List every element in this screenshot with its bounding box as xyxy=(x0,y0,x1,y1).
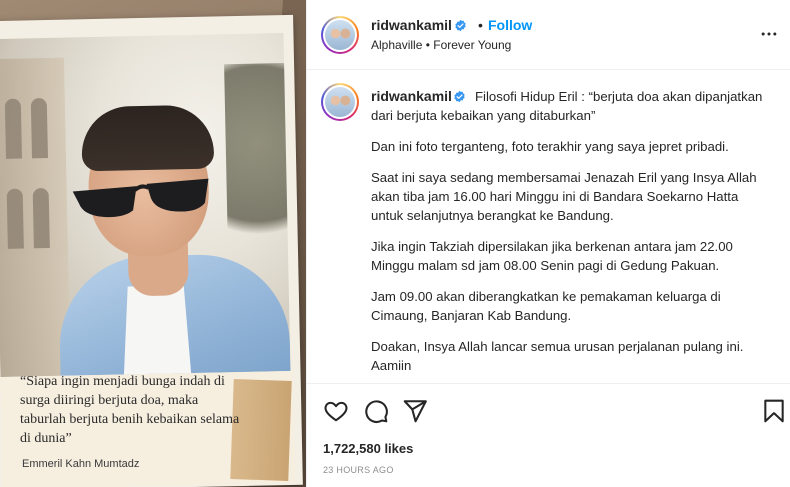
caption-paragraph: Jika ingin Takziah dipersilakan jika ber… xyxy=(371,239,733,273)
avatar[interactable] xyxy=(321,16,359,54)
heart-icon[interactable] xyxy=(323,398,349,424)
person-hair xyxy=(80,104,215,172)
sunglasses xyxy=(72,178,209,218)
action-bar: 1,722,580 likes 23 HOURS AGO xyxy=(307,383,790,487)
post-panel: ridwankamil • Follow Alphaville • Foreve… xyxy=(306,0,790,487)
follow-button[interactable]: Follow xyxy=(488,17,532,33)
comment-icon[interactable] xyxy=(363,398,389,424)
post-timestamp[interactable]: 23 HOURS AGO xyxy=(323,465,394,475)
quote-text: “Siapa ingin menjadi bunga indah di surg… xyxy=(20,374,240,446)
caption-paragraph: Aamiin xyxy=(371,358,412,373)
caption-text: Filosofi Hidup Eril : “berjuta doa akan … xyxy=(371,87,771,375)
bookmark-icon[interactable] xyxy=(761,398,787,424)
verified-badge-icon xyxy=(455,19,466,32)
caption-paragraph: Saat ini saya sedang membersamai Jenazah… xyxy=(371,170,757,223)
follow-separator: • xyxy=(478,17,483,33)
caption-paragraph: Dan ini foto terganteng, foto terakhir y… xyxy=(371,139,729,154)
more-icon[interactable] xyxy=(759,24,779,44)
likes-count[interactable]: 1,722,580 likes xyxy=(323,441,413,456)
portrait-photo xyxy=(0,33,291,378)
caption-paragraph: Jam 09.00 akan diberangkatkan ke pemakam… xyxy=(371,289,721,323)
background-tree xyxy=(224,62,291,265)
location-label[interactable]: Alphaville • Forever Young xyxy=(371,38,511,52)
post-media[interactable]: “Siapa ingin menjadi bunga indah di surg… xyxy=(0,0,306,487)
caption-paragraph: Doakan, Insya Allah lancar semua urusan … xyxy=(371,339,744,354)
caption-section[interactable]: ridwankamil Filosofi Hidup Eril : “berju… xyxy=(307,71,790,383)
background-building xyxy=(0,57,71,378)
header-username[interactable]: ridwankamil xyxy=(371,17,452,33)
caption-avatar[interactable] xyxy=(321,83,359,121)
caption-paragraph: Filosofi Hidup Eril : “berjuta doa akan … xyxy=(371,89,763,123)
post-header: ridwankamil • Follow Alphaville • Foreve… xyxy=(307,0,790,70)
quote-author: Emmeril Kahn Mumtadz xyxy=(22,458,140,470)
share-icon[interactable] xyxy=(402,398,428,424)
person-shirt xyxy=(121,285,193,377)
